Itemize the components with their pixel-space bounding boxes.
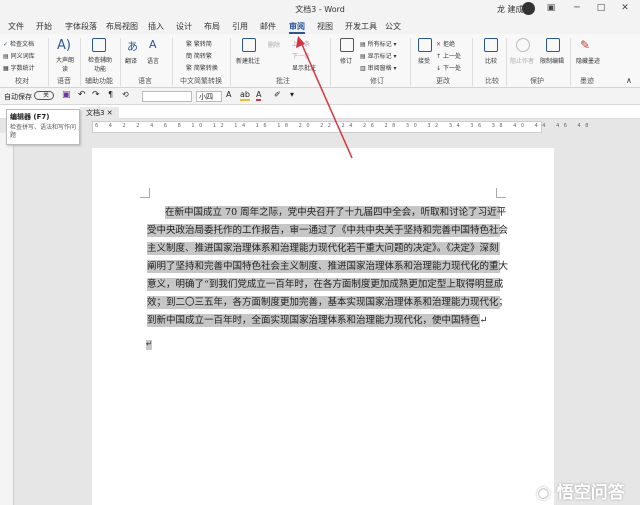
arrow-head <box>296 36 305 48</box>
watermark: ◉ 悟空问答 <box>536 478 625 503</box>
watermark-icon: ◉ <box>536 483 557 503</box>
watermark-text: 悟空问答 <box>556 483 625 503</box>
arrow-line <box>299 39 353 159</box>
annotation-arrow <box>296 36 353 159</box>
